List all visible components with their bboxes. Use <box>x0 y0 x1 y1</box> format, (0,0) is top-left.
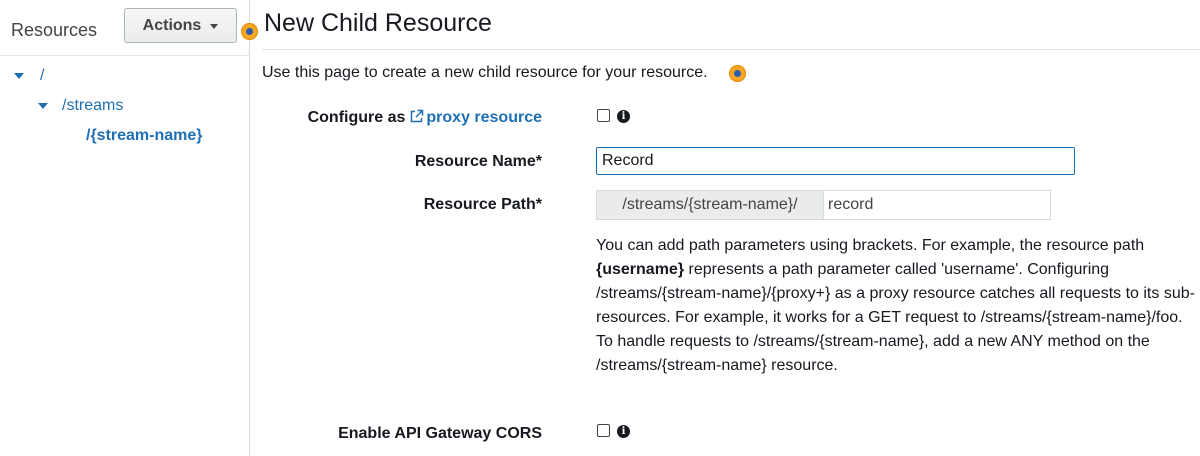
caret-down-icon[interactable] <box>14 73 24 79</box>
configure-proxy-label: Configure as proxy resource <box>308 109 542 129</box>
tree-item-stream-name[interactable]: /{stream-name} <box>86 127 203 145</box>
resource-path-help-text: You can add path parameters using bracke… <box>596 234 1196 378</box>
hotspot-marker-icon <box>729 65 746 82</box>
actions-button[interactable]: Actions <box>124 8 237 43</box>
help-text-example-param: {username} <box>596 261 685 278</box>
configure-label-prefix: Configure as <box>307 109 406 126</box>
intro-text: Use this page to create a new child reso… <box>262 64 708 81</box>
tree-item-label: / <box>40 67 45 84</box>
help-text-part1: You can add path parameters using bracke… <box>596 237 1145 254</box>
resources-sidebar: Resources Actions / /streams /{stream-na… <box>0 0 250 456</box>
info-icon[interactable]: i <box>617 110 630 123</box>
external-link-icon[interactable] <box>409 109 424 129</box>
page-title: New Child Resource <box>264 9 492 37</box>
title-divider <box>262 49 1200 50</box>
resource-path-input[interactable] <box>824 191 1050 219</box>
caret-down-icon[interactable] <box>38 103 48 109</box>
resource-path-label: Resource Path* <box>423 196 542 213</box>
actions-button-label: Actions <box>142 16 202 34</box>
tree-item-label: /{stream-name} <box>86 127 203 144</box>
tree-item-root[interactable]: / <box>14 67 44 85</box>
proxy-resource-checkbox[interactable] <box>597 109 610 122</box>
resource-path-prefix: /streams/{stream-name}/ <box>597 191 824 219</box>
help-text-part2: represents a path parameter called 'user… <box>596 261 1195 374</box>
sidebar-title: Resources <box>11 20 98 40</box>
api-gateway-console: Resources Actions / /streams /{stream-na… <box>0 0 1200 456</box>
info-icon[interactable]: i <box>617 425 630 438</box>
resource-name-label: Resource Name* <box>414 153 542 170</box>
enable-cors-label: Enable API Gateway CORS <box>338 425 542 442</box>
tree-item-streams[interactable]: /streams <box>38 97 123 115</box>
sidebar-divider <box>0 55 249 56</box>
resource-name-input[interactable] <box>596 147 1075 175</box>
enable-cors-checkbox[interactable] <box>597 424 610 437</box>
hotspot-marker-icon <box>241 23 258 40</box>
tree-item-label: /streams <box>62 97 124 114</box>
proxy-resource-link[interactable]: proxy resource <box>426 109 542 126</box>
resource-path-field: /streams/{stream-name}/ <box>596 190 1051 220</box>
caret-down-icon <box>210 24 219 29</box>
